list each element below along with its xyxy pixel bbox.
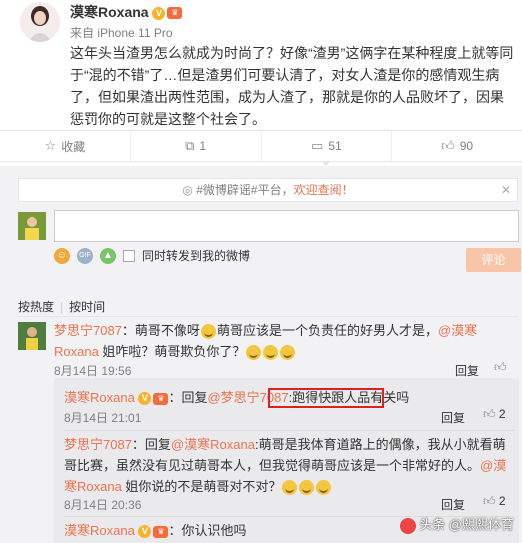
reply-like-button[interactable]: 👍︎ 2: [483, 494, 506, 509]
comment-text-a: ：萌哥不像呀: [121, 323, 200, 338]
reply-mention[interactable]: @漠寒Roxana: [171, 437, 255, 452]
comment-reply-button[interactable]: 回复: [455, 362, 479, 379]
author-avatar[interactable]: [20, 2, 60, 42]
verified-badge-icon: V: [138, 525, 152, 539]
vip-badge-icon: ♛: [153, 392, 169, 405]
reply-body: 梦思宁7087：回复@漠寒Roxana:萌哥是我体育道路上的偶像，我从小就看萌哥…: [64, 434, 514, 497]
reply-prefix: ：回复: [131, 437, 171, 452]
post-action-bar: ☆ 收藏 ⧉ 1 ▭ 51 👍︎ 90: [0, 130, 522, 166]
close-icon[interactable]: ✕: [501, 179, 511, 201]
reply-like-button[interactable]: 👍︎ 2: [483, 407, 506, 422]
my-avatar: [18, 212, 46, 240]
reply-like-count: 2: [498, 407, 506, 421]
reply-prefix: ：回复: [168, 390, 208, 405]
comment-tools: ☺ GIF ▲ 同时转发到我的微博: [54, 247, 250, 264]
comment-body: 梦思宁7087：萌哥不像呀 萌哥应该是一个负责任的好男人才是，@漠寒Roxana …: [54, 320, 516, 362]
like-button[interactable]: 👍︎ 90: [392, 131, 522, 161]
emoji-icon: [299, 480, 315, 496]
reply-time: 8月14日 21:01: [64, 411, 142, 425]
post-source: 来自 iPhone 11 Pro: [70, 26, 173, 40]
repost-icon: ⧉: [185, 138, 195, 153]
hashtag-icon: ◎: [182, 183, 197, 197]
reply-user[interactable]: 梦思宁7087: [64, 437, 132, 452]
author-name[interactable]: 漠寒Roxana V ♛: [70, 2, 183, 22]
reply-divider: [64, 430, 514, 431]
commenter-avatar[interactable]: [18, 322, 46, 350]
post-text: 这年头当渣男怎么就成为时尚了？好像“渣男”这俩字在某种程度上就等同于“混的不错”…: [70, 45, 514, 127]
reply-time: 8月14日 20:36: [64, 498, 142, 512]
like-count: 90: [459, 139, 474, 153]
tag-welcome-link[interactable]: 欢迎查阅！: [294, 183, 354, 197]
repost-button[interactable]: ⧉ 1: [131, 131, 262, 161]
rumor-notice-banner[interactable]: ◎ #微博辟谣#平台，欢迎查阅！ ✕: [18, 178, 518, 202]
vip-badge-icon: ♛: [153, 525, 169, 538]
watermark-text: 头条 @熙熙体育: [419, 517, 514, 532]
emoji-icon: [263, 345, 279, 361]
thumbs-up-icon: 👍︎: [441, 138, 455, 153]
star-icon: ☆: [44, 138, 57, 153]
comment-icon: ▭: [311, 138, 324, 153]
verified-badge-icon: V: [152, 6, 166, 20]
sort-divider-line: [18, 316, 518, 317]
reply-text: ：你认识他吗: [168, 523, 247, 538]
comment-input[interactable]: [54, 210, 519, 242]
forward-label: 同时转发到我的微博: [142, 249, 251, 263]
emoji-icon[interactable]: ☺: [54, 247, 70, 264]
gif-icon[interactable]: GIF: [77, 247, 93, 264]
image-icon[interactable]: ▲: [100, 247, 116, 264]
tag-text: #微博辟谣#平台，: [196, 183, 294, 197]
reply-user[interactable]: 漠寒Roxana: [64, 523, 135, 538]
emoji-icon: [200, 324, 216, 340]
favorite-label: 收藏: [61, 139, 86, 154]
comment-text-c: 姐咋啦？萌哥欺负你了？: [98, 344, 246, 359]
repost-count: 1: [199, 139, 207, 153]
submit-comment-button[interactable]: 评论: [466, 248, 521, 272]
verified-badge-icon: V: [138, 392, 152, 406]
emoji-icon: [246, 345, 262, 361]
forward-checkbox[interactable]: [123, 249, 135, 262]
comment-like-button[interactable]: 👍︎: [494, 360, 507, 375]
reply-reply-button[interactable]: 回复: [441, 496, 465, 513]
favorite-button[interactable]: ☆ 收藏: [0, 131, 131, 161]
thumbs-up-icon: 👍︎: [483, 494, 496, 508]
comment-user[interactable]: 梦思宁7087: [54, 323, 122, 338]
emoji-icon: [316, 480, 332, 496]
emoji-icon: [280, 345, 296, 361]
sort-bar: 按热度 | 按时间: [18, 298, 105, 315]
highlight-box: [268, 388, 384, 408]
sort-by-hot[interactable]: 按热度: [18, 300, 54, 314]
watermark: 头条 @熙熙体育: [400, 514, 514, 534]
reply-body: 漠寒Roxana V ♛ ：你认识他吗: [64, 520, 364, 541]
reply-text-2: 姐你说的不是萌哥对不对？: [121, 479, 282, 494]
comment-button[interactable]: ▭ 51: [262, 131, 393, 166]
emoji-icon: [282, 480, 298, 496]
toutiao-logo-icon: [400, 517, 417, 534]
reply-user[interactable]: 漠寒Roxana: [64, 390, 135, 405]
reply-reply-button[interactable]: 回复: [441, 409, 465, 426]
sort-by-time[interactable]: 按时间: [69, 300, 105, 314]
author-name-text[interactable]: 漠寒Roxana: [70, 4, 149, 20]
reply-like-count: 2: [498, 494, 506, 508]
thumbs-up-icon: 👍︎: [483, 407, 496, 421]
comment-time: 8月14日 19:56: [54, 364, 132, 378]
comment-text-b: 萌哥应该是一个负责任的好男人才是，: [216, 323, 438, 338]
vip-badge-icon: ♛: [167, 7, 183, 20]
sort-divider: |: [60, 300, 64, 314]
thumbs-up-icon: 👍︎: [494, 360, 507, 374]
comment-count: 51: [328, 139, 342, 153]
